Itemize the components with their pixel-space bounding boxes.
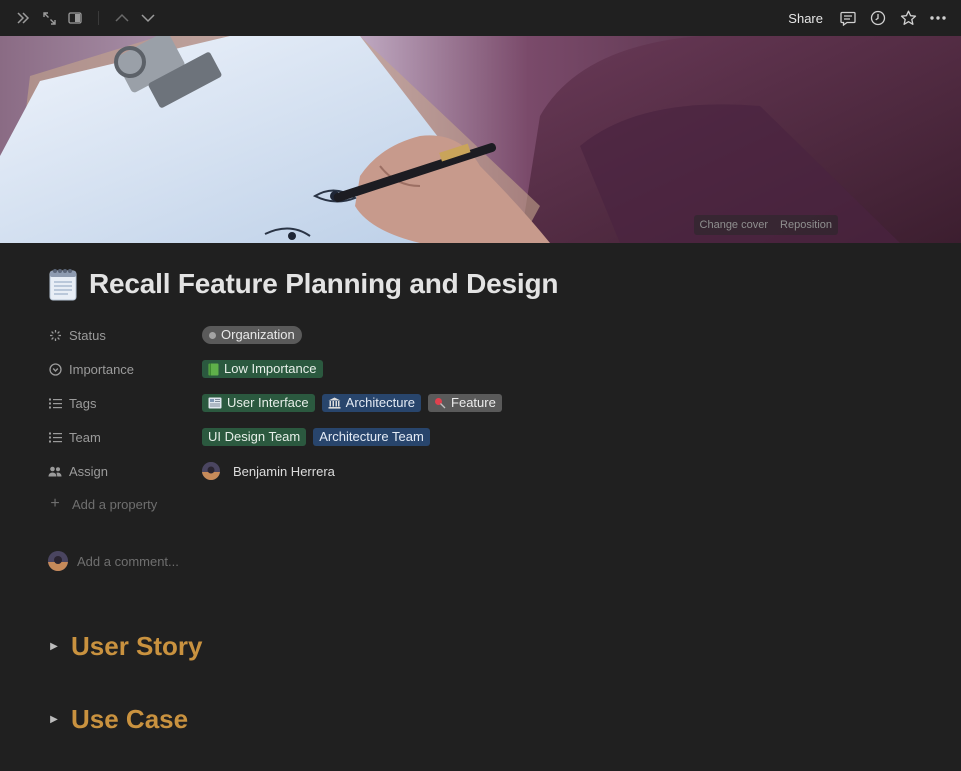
property-key-team[interactable]: Team xyxy=(48,430,202,445)
multi-select-list-icon xyxy=(48,430,62,444)
cover-image[interactable]: Change cover Reposition xyxy=(0,36,961,243)
top-bar: Share xyxy=(0,0,961,36)
newspaper-icon xyxy=(208,397,222,409)
notepad-icon[interactable] xyxy=(48,267,78,301)
chevron-down-icon[interactable] xyxy=(137,7,159,29)
page-content: Recall Feature Planning and Design Statu… xyxy=(48,243,928,739)
status-dot-icon xyxy=(209,331,216,339)
property-status: Status Organization xyxy=(48,318,928,352)
assignee-name: Benjamin Herrera xyxy=(233,463,335,479)
reposition-button[interactable]: Reposition xyxy=(774,215,838,235)
select-circle-icon xyxy=(48,362,62,376)
property-label: Importance xyxy=(69,361,135,377)
plus-icon: + xyxy=(50,495,60,512)
property-tags: Tags User Interface Architecture Feature xyxy=(48,386,928,420)
status-badge-label: Organization xyxy=(221,327,295,342)
change-cover-button[interactable]: Change cover xyxy=(694,215,775,235)
property-assign: Assign Benjamin Herrera xyxy=(48,454,928,488)
property-value-tags[interactable]: User Interface Architecture Feature xyxy=(202,394,502,412)
add-property-button[interactable]: + Add a property xyxy=(48,488,928,520)
avatar xyxy=(48,551,68,571)
tag-label: Feature xyxy=(451,395,496,410)
property-label: Team xyxy=(69,429,101,445)
properties-list: Status Organization Importance Low Impor… xyxy=(48,318,928,520)
toggle-triangle-icon[interactable]: ▶ xyxy=(48,714,60,725)
tag-label: Architecture xyxy=(345,395,416,410)
comment-input[interactable]: Add a comment... xyxy=(77,554,179,569)
section-heading[interactable]: User Story xyxy=(71,631,203,662)
history-icon[interactable] xyxy=(867,7,889,29)
property-key-assign[interactable]: Assign xyxy=(48,464,202,479)
property-value-importance[interactable]: Low Importance xyxy=(202,360,323,378)
toolbar-divider xyxy=(98,11,99,25)
importance-tag[interactable]: Low Importance xyxy=(202,360,323,378)
expand-icon[interactable] xyxy=(38,7,60,29)
section-heading[interactable]: Use Case xyxy=(71,704,188,735)
property-label: Status xyxy=(69,327,106,343)
cover-actions: Change cover Reposition xyxy=(693,215,838,235)
double-chevron-right-icon[interactable] xyxy=(12,7,34,29)
star-icon[interactable] xyxy=(897,7,919,29)
property-label: Tags xyxy=(69,395,97,411)
green-book-icon xyxy=(208,363,219,376)
property-value-status[interactable]: Organization xyxy=(202,326,302,344)
property-key-status[interactable]: Status xyxy=(48,328,202,343)
team-architecture[interactable]: Architecture Team xyxy=(313,428,430,446)
classical-building-icon xyxy=(328,397,341,409)
property-key-tags[interactable]: Tags xyxy=(48,396,202,411)
property-value-assign[interactable]: Benjamin Herrera xyxy=(202,462,335,480)
side-peek-icon[interactable] xyxy=(64,7,86,29)
property-value-team[interactable]: UI Design Team Architecture Team xyxy=(202,428,430,446)
toggle-heading-use-case[interactable]: ▶ Use Case xyxy=(48,699,928,739)
more-icon[interactable] xyxy=(927,7,949,29)
importance-tag-label: Low Importance xyxy=(224,361,317,376)
comment-row[interactable]: Add a comment... xyxy=(48,546,928,576)
pushpin-icon xyxy=(434,397,446,409)
page-window: Share Change cover Reposition Recall Fea… xyxy=(0,0,961,771)
status-spinner-icon xyxy=(48,328,62,342)
team-ui-design[interactable]: UI Design Team xyxy=(202,428,307,446)
top-bar-right: Share xyxy=(782,7,961,29)
people-icon xyxy=(48,464,62,478)
tag-feature[interactable]: Feature xyxy=(428,394,502,412)
tag-user-interface[interactable]: User Interface xyxy=(202,394,315,412)
toggle-heading-user-story[interactable]: ▶ User Story xyxy=(48,626,928,666)
chevron-up-icon[interactable] xyxy=(111,7,133,29)
property-team: Team UI Design Team Architecture Team xyxy=(48,420,928,454)
multi-select-list-icon xyxy=(48,396,62,410)
property-label: Assign xyxy=(69,463,109,479)
property-importance: Importance Low Importance xyxy=(48,352,928,386)
toggle-triangle-icon[interactable]: ▶ xyxy=(48,641,60,652)
status-badge[interactable]: Organization xyxy=(202,326,302,344)
property-key-importance[interactable]: Importance xyxy=(48,362,202,377)
top-bar-left xyxy=(0,7,159,29)
avatar xyxy=(202,462,220,480)
comment-icon[interactable] xyxy=(837,7,859,29)
tag-architecture[interactable]: Architecture xyxy=(321,394,422,412)
tag-label: User Interface xyxy=(227,395,309,410)
title-row: Recall Feature Planning and Design xyxy=(48,264,928,304)
add-property-label: Add a property xyxy=(72,496,158,512)
page-title[interactable]: Recall Feature Planning and Design xyxy=(89,268,559,300)
cover-illustration xyxy=(0,36,961,243)
share-button[interactable]: Share xyxy=(782,9,829,28)
